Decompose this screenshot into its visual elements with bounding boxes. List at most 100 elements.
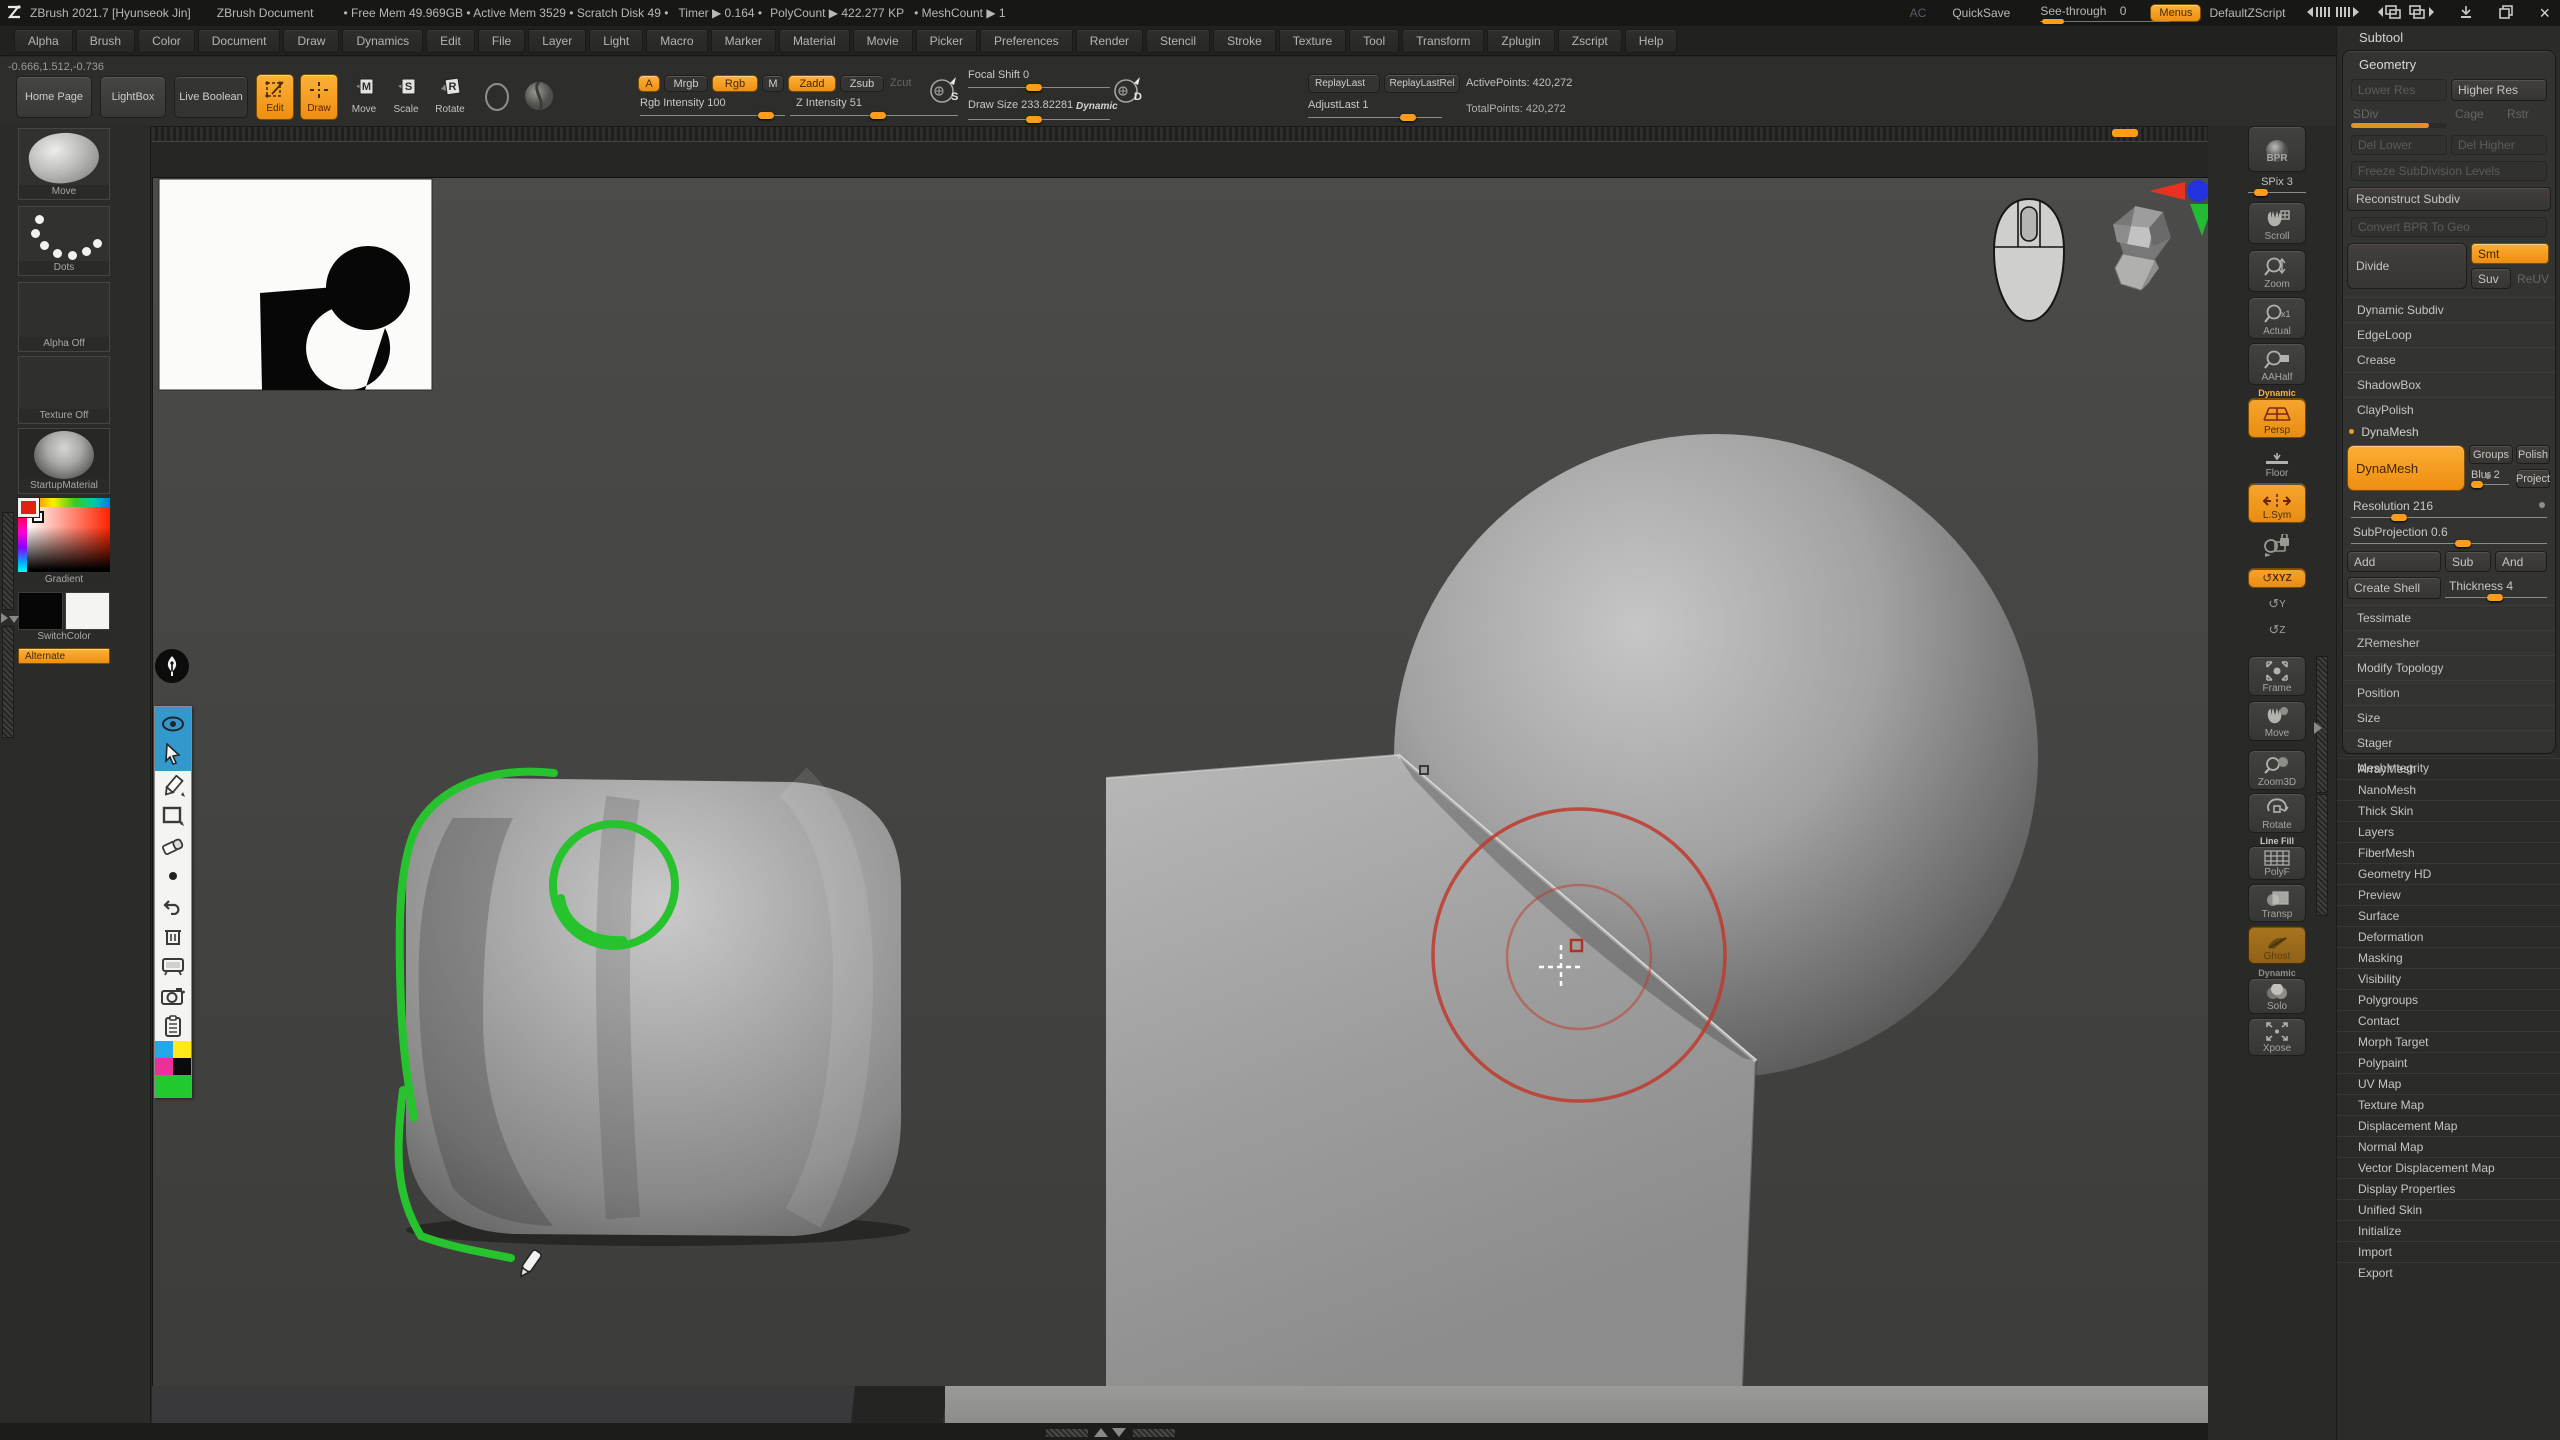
menu-item[interactable]: Zscript [1558, 29, 1622, 53]
groups-button[interactable]: Groups [2469, 445, 2513, 464]
menu-item[interactable]: Document [198, 29, 281, 53]
scroll-button[interactable]: Scroll [2248, 202, 2306, 244]
subtool-section-header[interactable]: Subtool [2359, 30, 2403, 45]
annotation-pen-icon[interactable] [155, 649, 189, 683]
del-higher-button[interactable]: Del Higher [2451, 135, 2547, 155]
higher-res-button[interactable]: Higher Res [2451, 79, 2547, 101]
move-gyro-button[interactable]: M Move [346, 77, 382, 115]
zsub-button[interactable]: Zsub [840, 75, 884, 92]
menu-item[interactable]: Edit [426, 29, 475, 53]
panel-shift-right-icon[interactable] [2409, 4, 2437, 23]
color-picker[interactable]: Gradient [18, 498, 110, 586]
menu-item[interactable]: Alpha [14, 29, 73, 53]
menu-item[interactable]: Zplugin [1487, 29, 1554, 53]
current-stroke-button[interactable]: Dots [18, 206, 110, 276]
resolution-slider[interactable] [2351, 517, 2547, 518]
replay-last-button[interactable]: ReplayLast [1308, 74, 1380, 93]
subsection-header[interactable]: Tessimate [2343, 605, 2555, 630]
geometry-section-header[interactable]: Geometry [2359, 57, 2416, 72]
subsection-header[interactable]: Dynamic Subdiv [2343, 297, 2555, 322]
frame-button[interactable]: Frame [2248, 656, 2306, 696]
current-brush-button[interactable]: Move [18, 128, 110, 200]
spix-slider[interactable]: SPix 3 [2248, 176, 2306, 189]
shelf-scroll-handle[interactable] [2316, 794, 2328, 916]
close-button[interactable]: × [2539, 6, 2550, 20]
subsection-header[interactable]: ClayPolish [2343, 397, 2555, 422]
zoom3d-button[interactable]: Zoom3D [2248, 750, 2306, 790]
resolution-dot[interactable] [2539, 502, 2545, 508]
menu-item[interactable]: Brush [76, 29, 135, 53]
tool-section-header[interactable]: Thick Skin [2337, 800, 2560, 821]
undo-icon[interactable] [155, 891, 191, 921]
subsection-header[interactable]: Crease [2343, 347, 2555, 372]
shelf-scroll-arrows[interactable] [2314, 722, 2322, 737]
subsection-header[interactable]: EdgeLoop [2343, 322, 2555, 347]
sv-square[interactable] [27, 507, 110, 572]
zadd-button[interactable]: Zadd [788, 75, 836, 92]
panel-shift-left-icon[interactable] [2377, 4, 2405, 23]
tool-section-header[interactable]: Vector Displacement Map [2337, 1157, 2560, 1178]
default-zscript-button[interactable]: DefaultZScript [2209, 6, 2285, 20]
ghost-button[interactable]: Ghost [2248, 926, 2306, 964]
minimize-button[interactable] [2459, 5, 2473, 22]
secondary-color-swatch[interactable] [65, 592, 110, 630]
tray-up-arrow[interactable] [1094, 1428, 1108, 1437]
tool-section-header[interactable]: Visibility [2337, 968, 2560, 989]
create-shell-button[interactable]: Create Shell [2347, 577, 2441, 599]
stroke-s-icon[interactable]: S [928, 75, 960, 112]
smt-button[interactable]: Smt [2471, 243, 2549, 264]
and-button[interactable]: And [2495, 551, 2547, 572]
floor-button[interactable]: Floor [2248, 446, 2306, 480]
bottom-tray-handle[interactable] [1045, 1428, 1089, 1438]
divide-button[interactable]: Divide [2347, 243, 2467, 289]
menu-item[interactable]: Movie [853, 29, 913, 53]
rotate-3d-button[interactable]: Rotate [2248, 793, 2306, 833]
subsection-header[interactable]: ShadowBox [2343, 372, 2555, 397]
eraser-tool-icon[interactable] [155, 831, 191, 861]
solo-button[interactable]: Solo [2248, 978, 2306, 1014]
polyf-button[interactable]: PolyF [2248, 846, 2306, 880]
move-3d-button[interactable]: Move [2248, 701, 2306, 741]
lsym-button[interactable]: L.Sym [2248, 483, 2306, 523]
tool-section-header[interactable]: Unified Skin [2337, 1199, 2560, 1220]
live-boolean-button[interactable]: Live Boolean [174, 76, 248, 118]
m-button[interactable]: M [762, 75, 784, 92]
menu-item[interactable]: Dynamics [342, 29, 423, 53]
aahalf-button[interactable]: AAHalf [2248, 343, 2306, 385]
tool-section-header[interactable]: Normal Map [2337, 1136, 2560, 1157]
trash-icon[interactable] [155, 921, 191, 951]
tool-section-header[interactable]: Polypaint [2337, 1052, 2560, 1073]
sub-button[interactable]: Sub [2445, 551, 2491, 572]
ui-size-increase-icon[interactable] [2335, 5, 2361, 22]
tool-section-header[interactable]: Deformation [2337, 926, 2560, 947]
menu-item[interactable]: Help [1625, 29, 1678, 53]
tool-section-header[interactable]: Displacement Map [2337, 1115, 2560, 1136]
rotate-z-button[interactable]: ↺Z [2248, 620, 2306, 640]
del-lower-button[interactable]: Del Lower [2351, 135, 2447, 155]
subsection-header[interactable]: Modify Topology [2343, 655, 2555, 680]
tool-section-header[interactable]: Import [2337, 1241, 2560, 1262]
menu-item[interactable]: Texture [1279, 29, 1346, 53]
menu-item[interactable]: Stencil [1146, 29, 1210, 53]
material-picker-icon[interactable] [522, 79, 556, 116]
persp-button[interactable]: Persp [2248, 398, 2306, 438]
blur-slider[interactable]: Blur 2 [2471, 469, 2511, 481]
stroke-picker-icon[interactable] [482, 81, 512, 116]
rstr-button[interactable]: Rstr [2507, 107, 2529, 121]
tool-section-header[interactable]: Preview [2337, 884, 2560, 905]
dot-size-icon[interactable] [155, 861, 191, 891]
menu-item[interactable]: Picker [916, 29, 977, 53]
tool-section-header[interactable]: Geometry HD [2337, 863, 2560, 884]
menu-item[interactable]: File [478, 29, 525, 53]
pencil-tool-icon[interactable] [155, 771, 191, 801]
menu-item[interactable]: Macro [646, 29, 707, 53]
rgb-button[interactable]: Rgb [712, 75, 758, 92]
rectangle-tool-icon[interactable] [155, 801, 191, 831]
tool-section-header[interactable]: Contact [2337, 1010, 2560, 1031]
bpr-button[interactable]: BPR [2248, 126, 2306, 172]
scale-gyro-button[interactable]: S Scale [388, 77, 424, 115]
tray-handle[interactable] [2, 512, 14, 610]
subprojection-slider[interactable] [2351, 543, 2547, 544]
clipboard-icon[interactable] [155, 1011, 191, 1041]
draw-button[interactable]: Draw [300, 74, 338, 120]
